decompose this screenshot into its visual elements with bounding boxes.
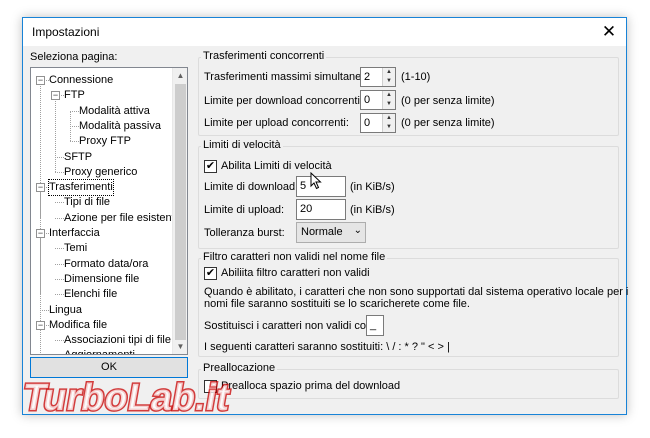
collapse-icon[interactable]: − — [36, 76, 45, 85]
tree-item-modifica-file[interactable]: Modifica file — [49, 318, 107, 333]
tree-item-ftp[interactable]: FTP — [64, 88, 85, 103]
settings-dialog: Impostazioni ✕ Seleziona pagina: − Connes… — [22, 17, 629, 415]
download-limit-spin[interactable]: 0 ▲ ▼ — [360, 90, 396, 110]
spin-up-icon[interactable]: ▲ — [383, 68, 395, 77]
tree-item-interfaccia[interactable]: Interfaccia — [49, 226, 100, 241]
tree-item-dimensione-file[interactable]: Dimensione file — [64, 272, 139, 287]
burst-tolerance-label: Tolleranza burst: — [204, 227, 285, 239]
tree-item-formato-data-ora[interactable]: Formato data/ora — [64, 257, 148, 272]
filter-description-2: nomi file saranno sostituiti se lo scari… — [204, 298, 470, 310]
max-transfers-label: Trasferimenti massimi simultanei: — [204, 71, 367, 83]
replace-char-label: Sostituisci i caratteri non validi con: — [204, 320, 376, 332]
collapse-icon[interactable]: − — [51, 91, 60, 101]
upload-limit-label: Limite per upload concorrenti: — [204, 117, 349, 129]
tree-item-associazioni-tipi-file[interactable]: Associazioni tipi di file — [64, 333, 171, 348]
tree-item-trasferimenti[interactable]: Trasferimenti — [48, 179, 114, 197]
tree-scrollbar[interactable]: ▲ ▼ — [172, 68, 187, 354]
download-speed-label: Limite di download: — [204, 181, 299, 193]
spin-up-icon[interactable]: ▲ — [383, 91, 395, 100]
download-limit-label: Limite per download concorrenti: — [204, 95, 363, 107]
replaced-chars-label: I seguenti caratteri saranno sostituiti:… — [204, 341, 450, 353]
upload-limit-spin[interactable]: 0 ▲ ▼ — [360, 113, 396, 133]
page-tree[interactable]: − Connessione − FTP Modalità attiva Modalità … — [30, 67, 188, 355]
turbolab-watermark-logo: TurboLab.it — [18, 375, 235, 421]
select-page-label: Seleziona pagina: — [30, 51, 118, 63]
speed-limit-label: Abilita Limiti di velocità — [221, 160, 332, 172]
collapse-icon[interactable]: − — [36, 229, 45, 238]
chevron-down-icon: ⌄ — [353, 225, 362, 236]
burst-tolerance-select[interactable]: Normale ⌄ — [296, 222, 366, 243]
tree-item-proxy-ftp[interactable]: Proxy FTP — [79, 134, 131, 149]
tree-item-tipi-di-file[interactable]: Tipi di file — [64, 195, 110, 210]
replace-char-input[interactable]: _ — [366, 315, 384, 336]
tree-item-modalita-passiva[interactable]: Modalità passiva — [79, 119, 161, 134]
spin-down-icon[interactable]: ▼ — [383, 123, 395, 132]
title-bar: Impostazioni ✕ — [23, 18, 626, 46]
speed-limit-checkbox[interactable]: ✔ — [204, 160, 217, 173]
upload-limit-hint: (0 per senza limite) — [401, 117, 495, 129]
max-transfers-spin[interactable]: 2 ▲ ▼ — [360, 67, 396, 87]
tree-item-proxy-generico[interactable]: Proxy generico — [64, 165, 137, 180]
upload-speed-label: Limite di upload: — [204, 204, 285, 216]
spin-down-icon[interactable]: ▼ — [383, 100, 395, 109]
collapse-icon[interactable]: − — [36, 320, 45, 330]
download-limit-hint: (0 per senza limite) — [401, 95, 495, 107]
group-speed-title: Limiti di velocità — [201, 139, 283, 151]
filter-label: Abiliita filtro caratteri non validi — [221, 267, 370, 279]
window-title: Impostazioni — [32, 25, 100, 39]
spin-up-icon[interactable]: ▲ — [383, 114, 395, 123]
mouse-cursor-icon — [310, 172, 322, 190]
tree-item-azione-file-esistenti[interactable]: Azione per file esistenti — [64, 211, 177, 226]
scroll-down-icon[interactable]: ▼ — [173, 339, 187, 354]
filter-description-1: Quando è abilitato, i caratteri che non … — [204, 286, 629, 298]
tree-item-modalita-attiva[interactable]: Modalità attiva — [79, 104, 150, 119]
tree-item-lingua[interactable]: Lingua — [49, 303, 82, 318]
upload-speed-input[interactable]: 20 — [296, 199, 346, 220]
group-filter-title: Filtro caratteri non validi nel nome fil… — [201, 251, 388, 263]
svg-text:TurboLab.it: TurboLab.it — [20, 376, 234, 419]
tree-item-elenchi-file[interactable]: Elenchi file — [64, 287, 117, 302]
spin-down-icon[interactable]: ▼ — [383, 77, 395, 86]
tree-item-aggiornamenti[interactable]: Aggiornamenti — [64, 348, 135, 354]
collapse-icon[interactable]: − — [36, 183, 45, 193]
tree-item-connessione[interactable]: Connessione — [49, 73, 113, 88]
download-speed-unit: (in KiB/s) — [350, 181, 395, 193]
tree-item-temi[interactable]: Temi — [64, 241, 87, 256]
max-transfers-hint: (1-10) — [401, 71, 431, 83]
close-icon[interactable]: ✕ — [592, 18, 626, 46]
scroll-thumb[interactable] — [175, 84, 186, 340]
upload-speed-unit: (in KiB/s) — [350, 204, 395, 216]
filter-checkbox[interactable]: ✔ — [204, 267, 217, 280]
tree-item-sftp[interactable]: SFTP — [64, 150, 92, 165]
scroll-up-icon[interactable]: ▲ — [173, 68, 187, 83]
group-concurrent-title: Trasferimenti concorrenti — [201, 50, 327, 62]
